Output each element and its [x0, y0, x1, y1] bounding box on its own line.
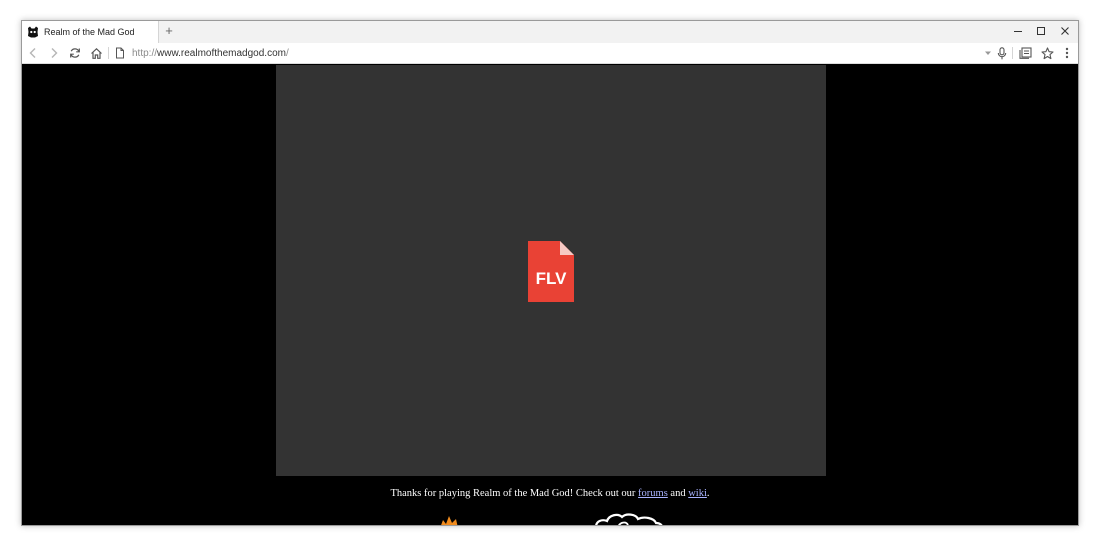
address-bar[interactable]: http://www.realmofthemadgod.com/	[132, 46, 289, 61]
bookmark-button[interactable]	[1039, 45, 1055, 61]
page-info-icon	[116, 47, 124, 59]
back-arrow-icon	[29, 48, 36, 58]
maximize-icon	[1037, 27, 1045, 35]
footer-text-middle: and	[667, 488, 689, 499]
toolbar-divider	[108, 47, 109, 59]
back-button[interactable]	[25, 45, 41, 61]
voice-search-button[interactable]	[994, 45, 1010, 61]
tab-realm-of-the-mad-god[interactable]: Realm of the Mad God	[22, 21, 159, 43]
microphone-icon	[997, 46, 1007, 59]
browser-window: Realm of the Mad God + http://www.realmo…	[21, 20, 1079, 526]
browser-toolbar: http://www.realmofthemadgod.com/	[22, 43, 1078, 64]
home-icon	[90, 47, 102, 59]
close-icon	[1061, 27, 1069, 35]
minimize-button[interactable]	[1006, 21, 1030, 41]
reload-button[interactable]	[67, 45, 83, 61]
url-scheme: http://	[132, 48, 158, 59]
dropdown-icon	[985, 51, 991, 55]
flash-game-area[interactable]: FLV	[276, 65, 826, 476]
bookmark-star-icon	[1040, 46, 1054, 59]
cloud-logo-icon[interactable]	[594, 513, 664, 526]
close-window-button[interactable]	[1053, 21, 1077, 41]
footer-message: Thanks for playing Realm of the Mad God!…	[22, 488, 1078, 499]
new-tab-button[interactable]: +	[162, 24, 176, 38]
tab-title: Realm of the Mad God	[44, 27, 135, 37]
title-bar: Realm of the Mad God +	[22, 21, 1078, 43]
minimize-icon	[1014, 31, 1022, 32]
footer-text-start: Thanks for playing Realm of the Mad God!…	[390, 488, 639, 499]
more-menu-button[interactable]	[1059, 45, 1075, 61]
flame-logo-icon[interactable]	[438, 516, 462, 526]
forward-button[interactable]	[46, 45, 62, 61]
home-button[interactable]	[88, 45, 104, 61]
page-content: FLV Thanks for playing Realm of the Mad …	[22, 64, 1078, 525]
reload-icon	[70, 48, 80, 58]
toolbar-divider-right	[1012, 47, 1013, 59]
reading-list-button[interactable]	[1017, 45, 1033, 61]
forums-link[interactable]: forums	[638, 488, 668, 499]
favicon-icon	[27, 26, 39, 38]
wiki-link[interactable]: wiki	[688, 488, 707, 499]
url-path: /	[285, 48, 289, 59]
forward-arrow-icon	[51, 48, 58, 58]
more-menu-icon	[1065, 47, 1069, 59]
footer-text-end: .	[706, 488, 710, 499]
flv-label: FLV	[536, 269, 568, 288]
maximize-button[interactable]	[1029, 21, 1053, 41]
flv-file-icon[interactable]: FLV	[528, 241, 574, 302]
reading-list-icon	[1018, 47, 1032, 59]
url-host: www.realmofthemadgod.com	[157, 48, 286, 59]
page-info-button[interactable]	[112, 45, 128, 61]
